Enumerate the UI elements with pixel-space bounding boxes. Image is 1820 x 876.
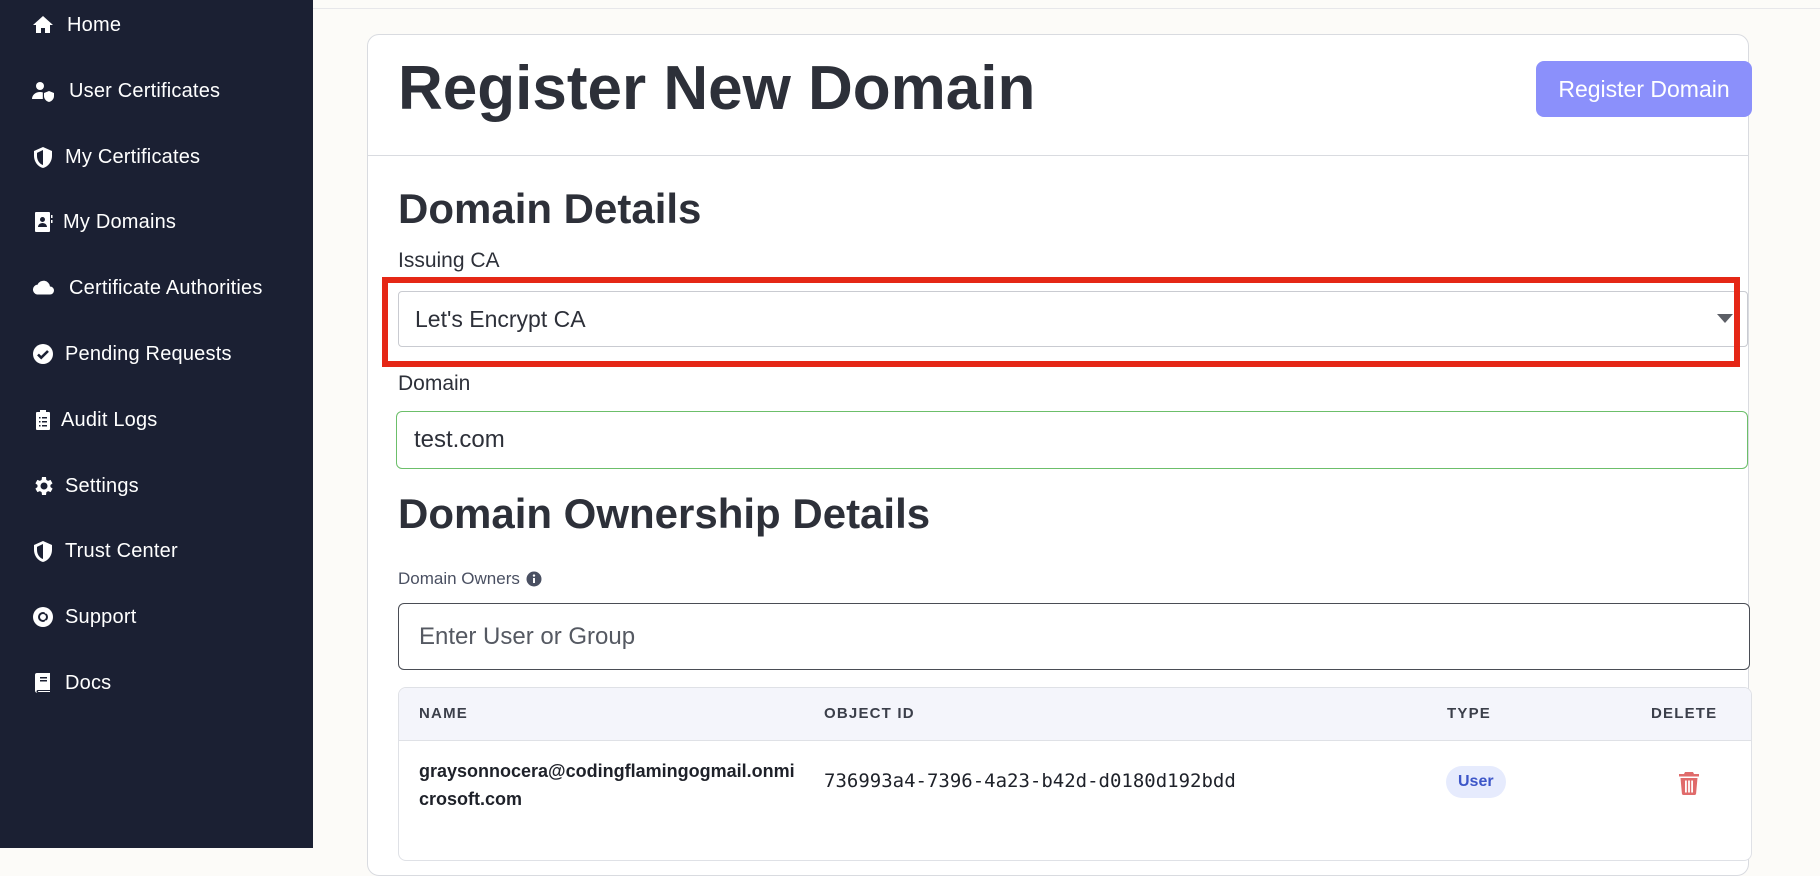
register-domain-card: Register New Domain Register Domain Doma… — [367, 34, 1752, 876]
sidebar-item-user-certificates[interactable]: User Certificates — [0, 69, 313, 113]
issuing-ca-select[interactable]: Let's Encrypt CA — [398, 291, 1748, 347]
sidebar-item-label: Trust Center — [65, 539, 178, 562]
address-book-icon — [31, 210, 55, 234]
sidebar-item-trust-center[interactable]: Trust Center — [0, 529, 313, 573]
domain-input[interactable] — [396, 411, 1748, 469]
sidebar-item-pending-requests[interactable]: Pending Requests — [0, 332, 313, 376]
book-icon — [31, 671, 55, 695]
user-shield-icon — [31, 79, 55, 103]
owners-table: NAME OBJECT ID TYPE DELETE graysonnocera… — [398, 687, 1752, 861]
column-header-type: TYPE — [1447, 705, 1491, 722]
domain-label: Domain — [398, 372, 471, 395]
sidebar-item-label: My Domains — [63, 210, 177, 233]
sidebar-item-audit-logs[interactable]: Audit Logs — [0, 398, 313, 442]
sidebar-item-my-certificates[interactable]: My Certificates — [0, 135, 313, 179]
table-header: NAME OBJECT ID TYPE DELETE — [399, 688, 1751, 741]
register-domain-button[interactable]: Register Domain — [1536, 61, 1752, 117]
shield-icon — [31, 145, 55, 169]
cloud-icon — [31, 276, 55, 300]
sidebar-item-label: Audit Logs — [61, 408, 158, 431]
sidebar-item-label: User Certificates — [69, 79, 221, 102]
column-header-name: NAME — [419, 705, 468, 722]
home-icon — [31, 13, 55, 37]
page-title: Register New Domain — [398, 54, 1036, 123]
sidebar-item-label: Home — [67, 13, 122, 36]
sidebar-item-label: My Certificates — [65, 145, 201, 168]
domain-details-title: Domain Details — [398, 185, 702, 232]
sidebar-item-docs[interactable]: Docs — [0, 661, 313, 705]
sidebar-item-label: Support — [65, 605, 137, 628]
owner-search-input[interactable] — [398, 603, 1750, 670]
ownership-title: Domain Ownership Details — [398, 490, 931, 537]
type-badge: User — [1446, 766, 1506, 798]
sidebar-item-settings[interactable]: Settings — [0, 464, 313, 508]
owner-name: graysonnocera@codingflamingogmail.onmicr… — [419, 761, 795, 809]
delete-owner-button[interactable] — [1679, 771, 1699, 796]
gear-icon — [31, 474, 55, 498]
check-circle-icon — [31, 342, 55, 366]
column-header-object-id: OBJECT ID — [824, 705, 915, 722]
chevron-down-icon — [1717, 314, 1733, 323]
domain-owners-label: Domain Owners — [398, 569, 542, 589]
shield-icon — [31, 539, 55, 563]
trash-icon — [1679, 772, 1699, 796]
lifebuoy-icon — [31, 605, 55, 629]
info-icon[interactable] — [526, 571, 542, 587]
domain-owners-label-text: Domain Owners — [398, 569, 520, 588]
sidebar-item-my-domains[interactable]: My Domains — [0, 200, 313, 244]
sidebar-item-certificate-authorities[interactable]: Certificate Authorities — [0, 266, 313, 310]
sidebar-item-label: Docs — [65, 671, 112, 694]
column-header-delete: DELETE — [1651, 705, 1718, 722]
sidebar-item-home[interactable]: Home — [0, 3, 313, 47]
sidebar-item-label: Certificate Authorities — [69, 276, 263, 299]
issuing-ca-label: Issuing CA — [398, 249, 500, 272]
clipboard-icon — [31, 408, 55, 432]
owner-object-id: 736993a4-7396-4a23-b42d-d0180d192bdd — [824, 770, 1236, 792]
sidebar-item-support[interactable]: Support — [0, 595, 313, 639]
sidebar-item-label: Pending Requests — [65, 342, 232, 365]
card-header: Register New Domain Register Domain — [368, 35, 1752, 156]
sidebar-item-label: Settings — [65, 474, 139, 497]
top-bar — [313, 0, 1820, 9]
sidebar: Home User Certificates My Certificates M… — [0, 0, 313, 848]
issuing-ca-value: Let's Encrypt CA — [415, 305, 586, 332]
